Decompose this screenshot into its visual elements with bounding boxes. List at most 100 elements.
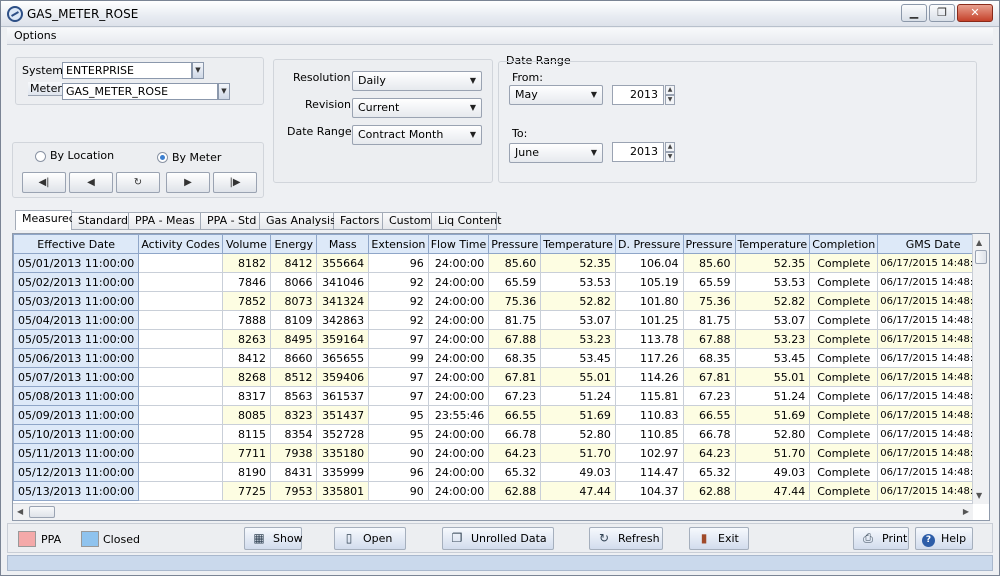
table-cell[interactable]: 05/08/2013 11:00:00 — [13, 386, 140, 406]
table-cell[interactable]: 75.36 — [488, 291, 542, 311]
by-meter-radio[interactable] — [157, 152, 168, 163]
table-cell[interactable]: 8495 — [269, 329, 318, 349]
tab-custom[interactable]: Custom — [383, 212, 432, 230]
table-cell[interactable]: 8412 — [269, 253, 318, 273]
table-cell[interactable]: 55.01 — [734, 367, 811, 387]
tab-standard[interactable]: Standard — [72, 212, 129, 230]
column-header[interactable]: Completion — [809, 234, 879, 254]
table-cell[interactable]: 51.24 — [540, 386, 616, 406]
table-cell[interactable]: 51.70 — [540, 443, 616, 463]
table-cell[interactable]: 24:00:00 — [427, 291, 490, 311]
arrow-up-icon[interactable]: ▲ — [665, 85, 675, 95]
table-cell[interactable]: 8263 — [221, 329, 271, 349]
table-row[interactable]: 05/03/2013 11:00:00 7852 8073 341324 92 24:00… — [13, 291, 989, 311]
table-cell[interactable]: 113.78 — [614, 329, 684, 349]
table-cell[interactable]: 8512 — [269, 367, 318, 387]
table-cell[interactable]: 52.80 — [734, 424, 811, 444]
from-year-spinner[interactable]: ▲ ▼ — [665, 85, 675, 105]
table-cell[interactable]: 7888 — [221, 310, 271, 330]
minimize-button[interactable]: ▁ — [901, 4, 927, 22]
to-year-field[interactable]: 2013 — [612, 142, 664, 162]
table-cell[interactable]: 49.03 — [540, 462, 616, 482]
table-cell[interactable]: 8182 — [221, 253, 271, 273]
table-cell[interactable]: 92 — [368, 272, 429, 292]
table-cell[interactable]: 7852 — [221, 291, 271, 311]
last-record-button[interactable]: |▶ — [213, 172, 257, 193]
column-header[interactable]: Effective Date — [13, 234, 140, 254]
table-cell[interactable]: 24:00:00 — [427, 481, 490, 501]
table-cell[interactable]: 104.37 — [614, 481, 684, 501]
table-cell[interactable]: 8109 — [269, 310, 318, 330]
table-cell[interactable]: 8323 — [269, 405, 318, 425]
table-cell[interactable] — [138, 348, 223, 368]
tab-gas-analysis[interactable]: Gas Analysis — [260, 212, 336, 230]
vertical-scrollbar[interactable]: ▲ ▼ — [972, 234, 989, 504]
table-cell[interactable]: 05/09/2013 11:00:00 — [13, 405, 140, 425]
table-cell[interactable] — [138, 424, 223, 444]
table-cell[interactable]: 66.55 — [488, 405, 542, 425]
vertical-scroll-thumb[interactable] — [975, 250, 987, 264]
table-cell[interactable]: Complete — [809, 329, 879, 349]
meter-label[interactable]: Meter — [28, 82, 64, 96]
table-cell[interactable]: 92 — [368, 291, 429, 311]
table-cell[interactable]: 05/03/2013 11:00:00 — [13, 291, 140, 311]
table-row[interactable]: 05/07/2013 11:00:00 8268 8512 359406 97 24:00… — [13, 367, 989, 387]
table-cell[interactable]: 68.35 — [488, 348, 542, 368]
table-cell[interactable]: 53.45 — [734, 348, 811, 368]
arrow-up-icon[interactable]: ▲ — [665, 142, 675, 152]
from-month-select[interactable]: May ▼ — [509, 85, 603, 105]
table-cell[interactable]: 67.81 — [682, 367, 736, 387]
table-cell[interactable]: 65.59 — [682, 272, 736, 292]
table-cell[interactable]: 97 — [368, 367, 429, 387]
horizontal-scrollbar[interactable]: ◀ ▶ — [13, 503, 973, 520]
meter-field[interactable]: GAS_METER_ROSE — [62, 83, 218, 100]
table-cell[interactable]: 67.81 — [488, 367, 542, 387]
exit-button[interactable]: ▮ Exit — [689, 527, 749, 550]
close-button[interactable]: ✕ — [957, 4, 993, 22]
table-cell[interactable]: 8563 — [269, 386, 318, 406]
tab-ppa-std[interactable]: PPA - Std — [201, 212, 260, 230]
table-cell[interactable]: Complete — [809, 405, 879, 425]
table-cell[interactable] — [138, 253, 223, 273]
table-row[interactable]: 05/01/2013 11:00:00 8182 8412 355664 96 24:00… — [13, 253, 989, 273]
table-cell[interactable]: 335801 — [316, 481, 370, 501]
column-header[interactable]: Flow Time — [427, 234, 490, 254]
table-cell[interactable]: 8115 — [221, 424, 271, 444]
table-cell[interactable]: 105.19 — [614, 272, 684, 292]
unrolled-data-button[interactable]: ❐ Unrolled Data — [442, 527, 554, 550]
table-cell[interactable]: 05/05/2013 11:00:00 — [13, 329, 140, 349]
table-cell[interactable]: Complete — [809, 348, 879, 368]
table-cell[interactable]: 51.69 — [734, 405, 811, 425]
column-header[interactable]: Volume — [221, 234, 271, 254]
table-cell[interactable]: 85.60 — [682, 253, 736, 273]
table-cell[interactable]: 110.83 — [614, 405, 684, 425]
table-cell[interactable]: 53.07 — [540, 310, 616, 330]
table-cell[interactable]: 8073 — [269, 291, 318, 311]
table-row[interactable]: 05/02/2013 11:00:00 7846 8066 341046 92 24:00… — [13, 272, 989, 292]
table-cell[interactable]: 05/07/2013 11:00:00 — [13, 367, 140, 387]
table-cell[interactable]: 7846 — [221, 272, 271, 292]
table-cell[interactable]: 110.85 — [614, 424, 684, 444]
horizontal-scroll-thumb[interactable] — [29, 506, 55, 518]
data-grid[interactable]: Effective Date Activity Codes Volume Energy… — [12, 233, 990, 521]
column-header[interactable]: Pressure — [682, 234, 736, 254]
table-cell[interactable]: 114.26 — [614, 367, 684, 387]
resolution-select[interactable]: Daily ▼ — [352, 71, 482, 91]
show-button[interactable]: ▦ Show — [244, 527, 303, 550]
table-cell[interactable]: 52.35 — [734, 253, 811, 273]
table-cell[interactable]: Complete — [809, 481, 879, 501]
table-cell[interactable]: 114.47 — [614, 462, 684, 482]
table-cell[interactable]: Complete — [809, 443, 879, 463]
column-header[interactable]: Temperature — [540, 234, 616, 254]
tab-liq-content[interactable]: Liq Content — [432, 212, 501, 230]
table-cell[interactable]: 53.53 — [540, 272, 616, 292]
system-dropdown-button[interactable]: ▼ — [192, 62, 204, 79]
by-location-radio[interactable] — [35, 151, 46, 162]
table-cell[interactable]: Complete — [809, 272, 879, 292]
column-header[interactable]: D. Pressure — [614, 234, 684, 254]
table-row[interactable]: 05/05/2013 11:00:00 8263 8495 359164 97 24:00… — [13, 329, 989, 349]
table-cell[interactable]: 55.01 — [540, 367, 616, 387]
table-cell[interactable]: 05/13/2013 11:00:00 — [13, 481, 140, 501]
table-cell[interactable] — [138, 367, 223, 387]
table-cell[interactable]: Complete — [809, 386, 879, 406]
